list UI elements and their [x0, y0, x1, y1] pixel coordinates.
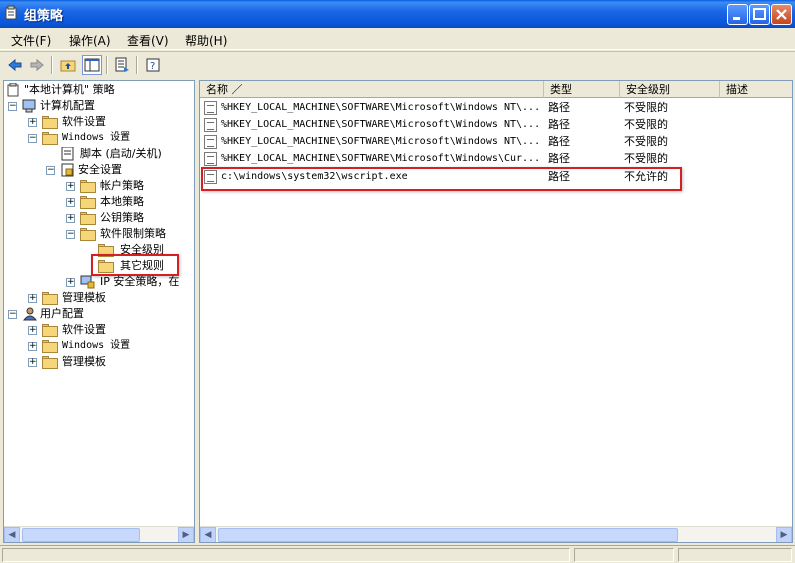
policy-icon	[7, 83, 19, 97]
back-arrow-icon	[8, 58, 22, 72]
tree-horizontal-scrollbar[interactable]: ◀ ▶	[4, 526, 194, 542]
close-button[interactable]	[771, 4, 792, 25]
export-list-icon	[115, 57, 129, 72]
table-row[interactable]: %HKEY_LOCAL_MACHINE\SOFTWARE\Microsoft\W…	[200, 150, 792, 167]
expand-icon[interactable]: +	[28, 294, 37, 303]
expand-icon[interactable]: +	[66, 182, 75, 191]
table-row[interactable]: %HKEY_LOCAL_MACHINE\SOFTWARE\Microsoft\W…	[200, 99, 792, 116]
folder-icon	[42, 116, 58, 129]
scroll-left-icon[interactable]: ◀	[200, 527, 216, 542]
path-rule-icon	[204, 101, 217, 115]
status-segment	[574, 548, 674, 562]
table-row[interactable]: %HKEY_LOCAL_MACHINE\SOFTWARE\Microsoft\W…	[200, 133, 792, 150]
group-policy-window: 组策略 文件(F) 操作(A) 查看(V) 帮助(H) ? "本地计算机" 策略…	[0, 0, 795, 563]
scrollbar-thumb[interactable]	[22, 528, 140, 542]
status-segment	[2, 548, 570, 562]
highlight-box	[91, 254, 179, 276]
folder-icon	[42, 292, 58, 305]
network-security-icon	[80, 275, 95, 289]
collapse-icon[interactable]: −	[66, 230, 75, 239]
status-segment	[678, 548, 792, 562]
maximize-icon	[753, 8, 766, 20]
folder-icon	[80, 212, 96, 225]
help-button[interactable]: ?	[143, 55, 163, 75]
close-icon	[776, 9, 787, 20]
folder-icon	[80, 228, 96, 241]
column-header-description[interactable]: 描述	[720, 81, 792, 98]
status-bar	[0, 545, 795, 563]
scroll-right-icon[interactable]: ▶	[178, 527, 194, 542]
back-button[interactable]	[5, 55, 25, 75]
folder-icon	[42, 356, 58, 369]
svg-text:?: ?	[150, 61, 155, 72]
scrollbar-thumb[interactable]	[218, 528, 678, 542]
column-header-type[interactable]: 类型	[544, 81, 620, 98]
maximize-button[interactable]	[749, 4, 770, 25]
menu-file[interactable]: 文件(F)	[11, 32, 51, 49]
expand-icon[interactable]: +	[28, 342, 37, 351]
minimize-icon	[733, 17, 740, 20]
show-hide-tree-button[interactable]	[82, 55, 102, 75]
path-rule-icon	[204, 118, 217, 132]
security-lock-icon	[61, 163, 74, 177]
highlight-box	[201, 167, 682, 191]
forward-button[interactable]	[27, 55, 47, 75]
toolbar: ?	[0, 51, 795, 78]
expand-icon[interactable]: +	[66, 198, 75, 207]
policy-icon	[5, 5, 17, 20]
menu-view[interactable]: 查看(V)	[127, 32, 169, 49]
up-one-level-button[interactable]	[58, 55, 78, 75]
expand-icon[interactable]: +	[28, 118, 37, 127]
toolbar-separator	[51, 56, 53, 74]
table-row[interactable]: %HKEY_LOCAL_MACHINE\SOFTWARE\Microsoft\W…	[200, 116, 792, 133]
list-horizontal-scrollbar[interactable]: ◀ ▶	[200, 526, 792, 542]
script-icon	[61, 147, 74, 161]
expand-icon[interactable]: +	[66, 214, 75, 223]
list-header: 名称 ／ 类型 安全级别 描述	[200, 81, 792, 98]
minimize-button[interactable]	[727, 4, 748, 25]
expand-icon[interactable]: +	[28, 326, 37, 335]
menu-action[interactable]: 操作(A)	[69, 32, 111, 49]
folder-icon	[42, 132, 58, 145]
title-bar[interactable]: 组策略	[0, 0, 795, 28]
computer-icon	[22, 99, 36, 113]
user-icon	[22, 307, 38, 321]
toolbar-separator	[106, 56, 108, 74]
collapse-icon[interactable]: −	[28, 134, 37, 143]
export-list-button[interactable]	[112, 55, 132, 75]
collapse-icon[interactable]: −	[8, 102, 17, 111]
forward-arrow-icon	[30, 58, 44, 72]
rules-list-pane[interactable]: 名称 ／ 类型 安全级别 描述 %HKEY_LOCAL_MACHINE\SOFT…	[199, 80, 793, 543]
collapse-icon[interactable]: −	[46, 166, 55, 175]
window-title: 组策略	[24, 9, 64, 24]
expand-icon[interactable]: +	[66, 278, 75, 287]
scroll-left-icon[interactable]: ◀	[4, 527, 20, 542]
tree-pane[interactable]: "本地计算机" 策略 − 计算机配置 + 软件设置 − Windows 设置 脚…	[3, 80, 195, 543]
show-tree-icon	[84, 58, 100, 72]
folder-icon	[42, 340, 58, 353]
help-icon: ?	[146, 58, 160, 72]
folder-lock-icon	[80, 196, 96, 209]
menu-bar: 文件(F) 操作(A) 查看(V) 帮助(H)	[0, 28, 795, 50]
menu-help[interactable]: 帮助(H)	[185, 32, 227, 49]
folder-icon	[42, 324, 58, 337]
folder-lock-icon	[80, 180, 96, 193]
up-folder-icon	[60, 60, 76, 72]
scroll-right-icon[interactable]: ▶	[776, 527, 792, 542]
expand-icon[interactable]: +	[28, 358, 37, 367]
path-rule-icon	[204, 152, 217, 166]
toolbar-separator	[136, 56, 138, 74]
collapse-icon[interactable]: −	[8, 310, 17, 319]
column-header-name[interactable]: 名称 ／	[200, 81, 544, 98]
path-rule-icon	[204, 135, 217, 149]
column-header-security-level[interactable]: 安全级别	[620, 81, 720, 98]
